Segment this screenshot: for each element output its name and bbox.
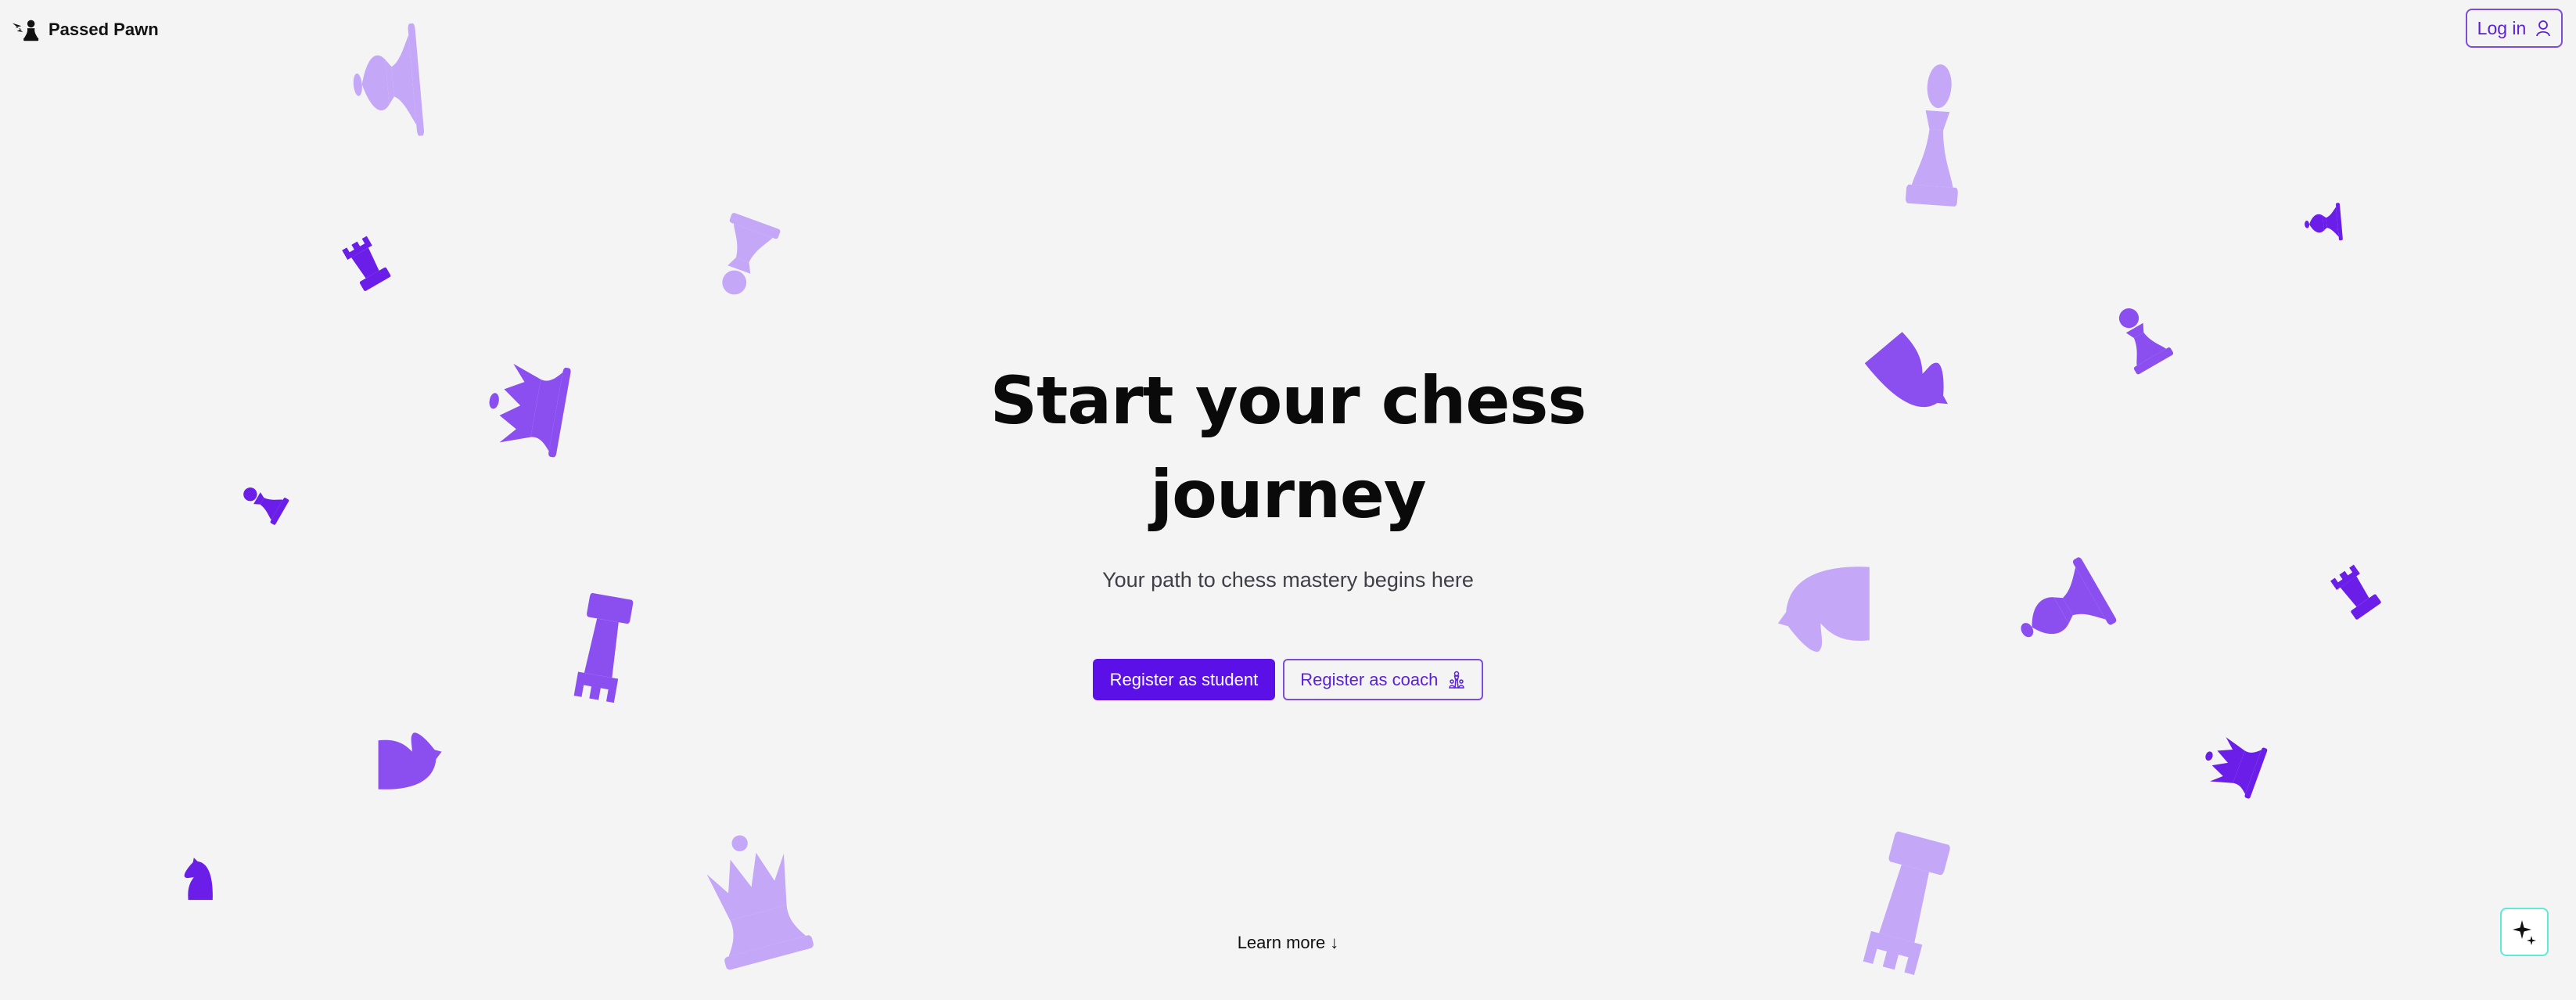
bishop-icon [344, 0, 431, 178]
learn-more-link[interactable]: Learn more ↓ [0, 933, 2576, 953]
chess-pieces-icon [1447, 671, 1466, 689]
register-student-button[interactable]: Register as student [1092, 659, 1276, 700]
bishop-icon [2301, 190, 2346, 256]
hero-heading: Start your chess journey [0, 354, 2576, 541]
knight-icon [375, 716, 446, 810]
brand-name: Passed Pawn [49, 20, 159, 39]
cta-buttons: Register as student Register as coach [0, 659, 2576, 700]
hero-subtitle: Your path to chess mastery begins here [1102, 568, 1474, 592]
pawn-with-wing-icon [11, 18, 41, 41]
hero-heading-line2: journey [1150, 456, 1426, 533]
knight-icon [1772, 536, 1874, 677]
login-label: Log in [2477, 17, 2527, 38]
queen-icon [2193, 718, 2275, 812]
assistant-button[interactable] [2500, 908, 2549, 956]
pawn-icon [683, 189, 804, 329]
rook-icon [324, 218, 407, 307]
pawn-icon [1888, 52, 1985, 214]
user-icon [2535, 20, 2551, 37]
register-coach-button[interactable]: Register as coach [1283, 659, 1484, 700]
brand-logo[interactable]: Passed Pawn [11, 14, 159, 45]
register-coach-label: Register as coach [1300, 669, 1439, 689]
sparkle-icon [2511, 919, 2538, 945]
knight-icon [176, 849, 223, 908]
queen-icon [668, 800, 841, 1000]
hero-heading-line1: Start your chess [990, 362, 1587, 439]
login-button[interactable]: Log in [2466, 9, 2563, 48]
rook-icon [1835, 819, 1974, 997]
